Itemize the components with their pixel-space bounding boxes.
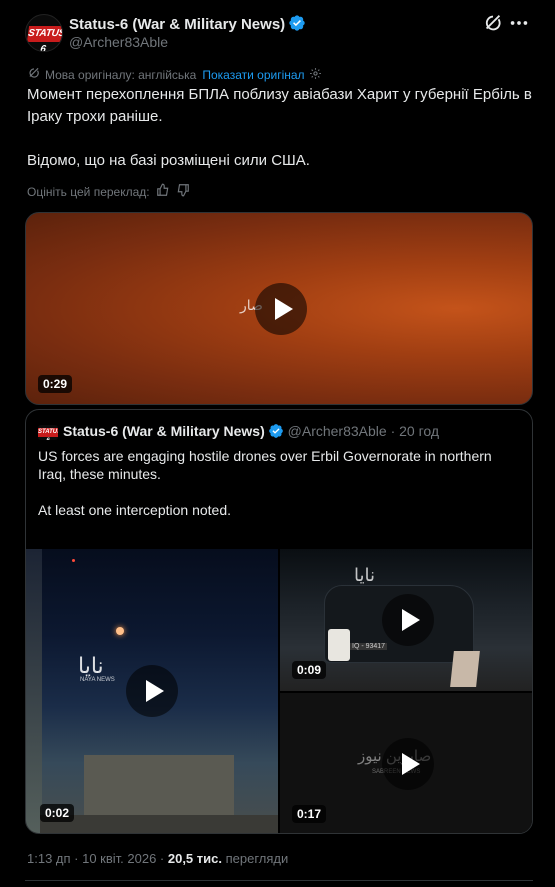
author-avatar[interactable]: STATUS 6 — [25, 14, 63, 52]
quoted-tweet[interactable]: STATUS 6 Status-6 (War & Military News) … — [25, 409, 533, 834]
verified-badge-icon — [268, 423, 284, 442]
show-original-link[interactable]: Показати оригінал — [202, 68, 304, 82]
light-dot — [72, 559, 75, 562]
translate-icon — [27, 66, 41, 83]
verified-badge-icon[interactable] — [288, 14, 306, 36]
quote-author-name[interactable]: Status-6 (War & Military News) — [63, 423, 265, 439]
views-label: перегляди — [221, 851, 289, 866]
tweet-footer: 1:13 дп · 10 квіт. 2026 · 20,5 тис. пере… — [27, 851, 288, 866]
interception-flash — [116, 627, 124, 635]
tweet-paragraph: Відомо, що на базі розміщені сили США. — [27, 152, 310, 169]
quote-avatar-logo: STATUS 6 — [38, 428, 58, 440]
views-count: 20,5 тис. — [167, 851, 222, 866]
video-watermark: نايا — [78, 653, 104, 678]
tweet-timestamp[interactable]: 1:13 дп · 10 квіт. 2026 · — [27, 851, 168, 866]
video-duration: 0:29 — [38, 375, 73, 393]
crate — [450, 651, 480, 687]
video-duration: 0:02 — [40, 804, 75, 822]
translation-note: Мова оригіналу: англійська Показати ориг… — [27, 66, 322, 83]
quote-handle[interactable]: @Archer83Able — [288, 423, 387, 439]
video-duration: 0:17 — [292, 805, 327, 823]
quote-paragraph: US forces are engaging hostile drones ov… — [38, 448, 492, 482]
rate-label: Оцініть цей переклад: — [27, 184, 150, 199]
divider — [25, 880, 533, 881]
thumbs-up-icon[interactable] — [156, 183, 170, 200]
quote-video-2[interactable]: نايا IQ - 93417 0:09 — [280, 549, 532, 691]
video-watermark: نايا — [354, 565, 375, 585]
author-name-text[interactable]: Status-6 (War & Military News) — [69, 16, 285, 33]
tweet-header: STATUS 6 Status-6 (War & Military News) … — [25, 12, 530, 52]
avatar-logo: STATUS 6 — [26, 26, 63, 52]
quote-video-1[interactable]: نايا NAYA NEWS 0:02 — [26, 549, 278, 833]
license-plate: IQ - 93417 — [350, 643, 388, 650]
chair — [328, 629, 350, 661]
ground — [40, 815, 278, 833]
thumbs-down-icon[interactable] — [176, 183, 190, 200]
author-name[interactable]: Status-6 (War & Military News) — [69, 14, 306, 36]
quote-paragraph: At least one interception noted. — [38, 502, 232, 518]
main-video[interactable]: صار 0:29 — [25, 212, 533, 405]
settings-icon[interactable] — [309, 67, 322, 83]
quote-media-grid: نايا NAYA NEWS 0:02 نايا IQ - 93417 0:09… — [26, 549, 532, 833]
tweet-paragraph: Момент перехоплення БПЛА поблизу авіабаз… — [27, 86, 532, 125]
quote-time[interactable]: · 20 год — [391, 423, 439, 439]
video-duration: 0:09 — [292, 661, 327, 679]
play-icon[interactable] — [126, 665, 178, 717]
quote-author[interactable]: Status-6 (War & Military News) @Archer83… — [63, 423, 439, 442]
original-language-label: Мова оригіналу: англійська — [45, 67, 197, 82]
quote-avatar[interactable]: STATUS 6 — [38, 425, 58, 440]
play-icon[interactable] — [255, 283, 307, 335]
rate-translation: Оцініть цей переклад: — [27, 183, 190, 200]
wall-edge — [26, 549, 42, 833]
play-icon[interactable] — [382, 738, 434, 790]
grok-icon[interactable] — [482, 12, 504, 34]
play-icon[interactable] — [382, 594, 434, 646]
quote-text: US forces are engaging hostile drones ov… — [38, 447, 523, 555]
tweet-text: Момент перехоплення БПЛА поблизу авіабаз… — [27, 84, 532, 172]
quote-video-3[interactable]: صابرين نيوز SABREEN NEWS 0:17 — [280, 693, 532, 833]
author-handle[interactable]: @Archer83Able — [69, 34, 168, 50]
video-watermark-sub: NAYA NEWS — [80, 677, 115, 683]
building — [84, 755, 234, 815]
more-options-icon[interactable] — [508, 12, 530, 34]
